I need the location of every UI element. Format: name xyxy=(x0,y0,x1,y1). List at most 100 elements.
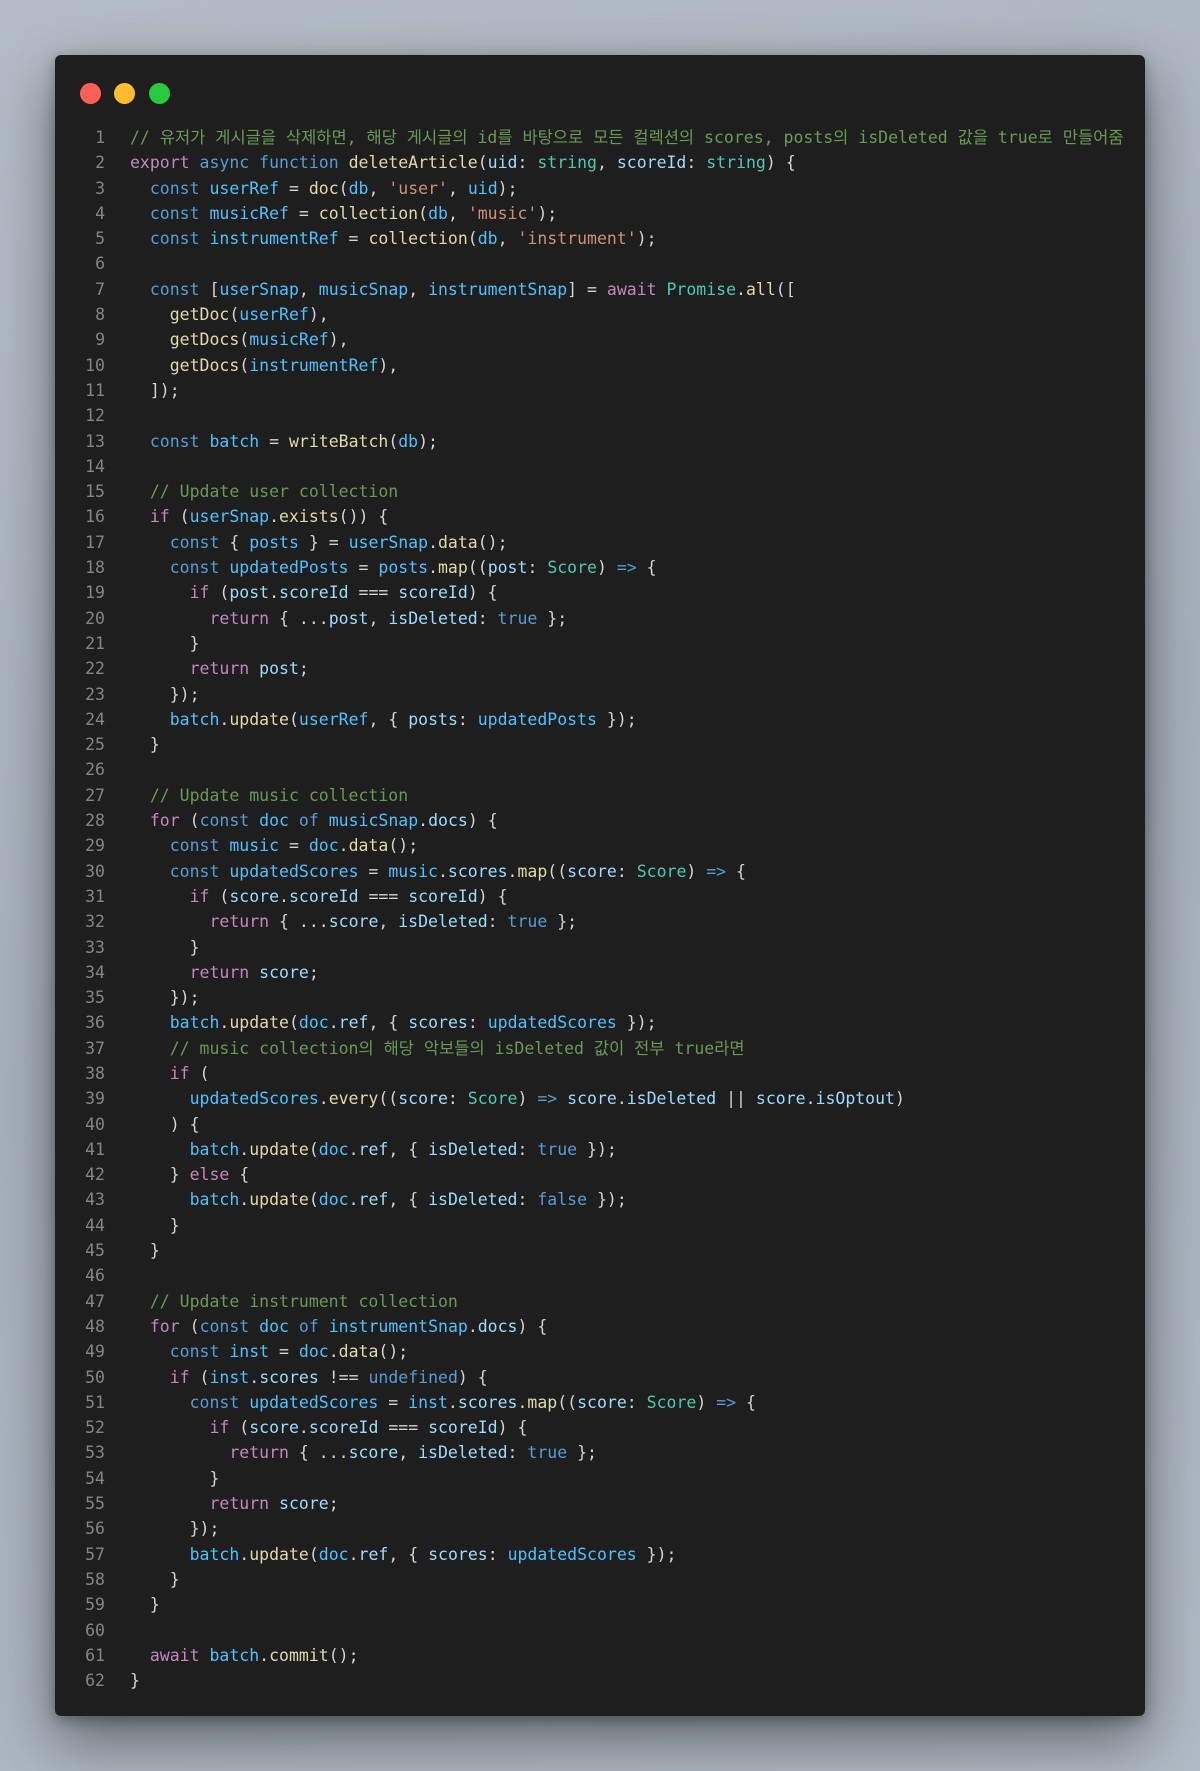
code-line: 36 batch.update(doc.ref, { scores: updat… xyxy=(55,1010,1145,1035)
line-source: getDocs(musicRef), xyxy=(130,330,349,349)
code-token: ( xyxy=(169,507,190,527)
zoom-icon[interactable] xyxy=(149,83,170,104)
code-token: ( xyxy=(179,1316,200,1336)
code-token: }); xyxy=(587,1190,627,1210)
code-token: || xyxy=(716,1089,756,1109)
code-token: === xyxy=(358,886,409,906)
line-number: 1 xyxy=(95,128,105,147)
line-number: 62 xyxy=(85,1671,105,1691)
code-line: 57 batch.update(doc.ref, { scores: updat… xyxy=(55,1542,1145,1567)
code-line: 30 const updatedScores = music.scores.ma… xyxy=(55,859,1145,884)
code-token: updatedScores xyxy=(189,1089,319,1109)
line-source: } xyxy=(130,1570,180,1589)
code-token: } xyxy=(130,1595,160,1615)
code-token: : xyxy=(527,558,548,578)
code-line: 33 } xyxy=(55,935,1145,960)
code-token: Score xyxy=(646,1392,697,1412)
code-token: ref xyxy=(358,1139,389,1159)
code-token: doc xyxy=(308,178,339,198)
code-token: . xyxy=(428,532,438,552)
code-line: 59 } xyxy=(55,1592,1145,1617)
code-token: . xyxy=(239,1139,250,1159)
code-token: : xyxy=(616,861,637,881)
code-token: true xyxy=(537,1139,578,1159)
code-token: update xyxy=(229,709,289,729)
code-token: docs xyxy=(428,811,468,831)
code-token: const xyxy=(189,1392,240,1412)
code-token: = xyxy=(279,836,309,856)
code-token: instrumentRef xyxy=(209,229,339,249)
code-token: ) xyxy=(696,1392,717,1412)
line-source: // Update instrument collection xyxy=(130,1292,458,1311)
code-token: . xyxy=(467,1316,478,1336)
code-token: : xyxy=(477,608,498,628)
code-token: Promise xyxy=(666,279,737,299)
code-token: userSnap xyxy=(189,507,270,527)
code-line: 45 } xyxy=(55,1238,1145,1263)
code-token: every xyxy=(328,1089,379,1109)
code-token: : xyxy=(626,1392,647,1412)
line-number: 31 xyxy=(85,886,105,906)
code-token: const xyxy=(169,1342,220,1362)
code-token: 'music' xyxy=(467,203,538,223)
code-token: update xyxy=(249,1139,309,1159)
code-token: } xyxy=(130,1468,220,1488)
code-token: string xyxy=(706,153,766,173)
code-token: (); xyxy=(328,1645,359,1665)
line-source: batch.update(doc.ref, { scores: updatedS… xyxy=(130,1013,657,1032)
code-token: data xyxy=(338,1342,379,1362)
code-token: ), xyxy=(328,330,349,350)
code-token: music xyxy=(388,861,438,881)
code-token: . xyxy=(805,1089,816,1109)
code-token: (( xyxy=(547,861,568,881)
minimize-icon[interactable] xyxy=(114,83,135,104)
code-token: ( xyxy=(308,1190,319,1210)
code-line: 58 } xyxy=(55,1567,1145,1592)
code-token: return xyxy=(189,659,250,679)
line-source: updatedScores.every((score: Score) => sc… xyxy=(130,1089,905,1108)
code-line: 46 xyxy=(55,1263,1145,1288)
code-token: isDeleted xyxy=(428,1139,518,1159)
code-token: if xyxy=(189,886,210,906)
code-token: . xyxy=(507,861,518,881)
code-token: (); xyxy=(388,836,419,856)
code-token: // Update music collection xyxy=(149,785,409,805)
code-token: inst xyxy=(229,1342,270,1362)
code-token: post xyxy=(229,583,270,603)
line-number: 41 xyxy=(85,1139,105,1159)
code-line: 1 // 유저가 게시글을 삭제하면, 해당 게시글의 id를 바탕으로 모든 컬… xyxy=(55,125,1145,150)
code-token: ( xyxy=(189,1367,210,1387)
code-line: 37 // music collection의 해당 악보들의 isDelete… xyxy=(55,1036,1145,1061)
code-token: { ... xyxy=(269,912,329,932)
code-editor[interactable]: 1 // 유저가 게시글을 삭제하면, 해당 게시글의 id를 바탕으로 모든 컬… xyxy=(55,125,1145,1693)
code-token: score xyxy=(348,1443,399,1463)
code-token: ( xyxy=(209,583,230,603)
code-token: getDoc xyxy=(169,305,230,325)
line-number: 26 xyxy=(85,760,105,780)
code-token: Score xyxy=(547,558,597,578)
code-token: instrumentSnap xyxy=(428,279,568,299)
close-icon[interactable] xyxy=(80,83,101,104)
code-line: 61 await batch.commit(); xyxy=(55,1643,1145,1668)
code-token: ref xyxy=(358,1190,389,1210)
code-token: score xyxy=(229,886,280,906)
line-source: } xyxy=(130,1241,160,1260)
code-token: doc xyxy=(259,1316,289,1336)
code-token: musicSnap xyxy=(318,279,409,299)
code-token: ([ xyxy=(775,279,796,299)
line-source: getDocs(instrumentRef), xyxy=(130,356,399,375)
code-line: 20 return { ...post, isDeleted: true }; xyxy=(55,606,1145,631)
code-token: batch xyxy=(189,1544,240,1564)
code-token: , xyxy=(447,178,468,198)
code-line: 60 xyxy=(55,1618,1145,1643)
code-line: 9 getDocs(musicRef), xyxy=(55,327,1145,352)
